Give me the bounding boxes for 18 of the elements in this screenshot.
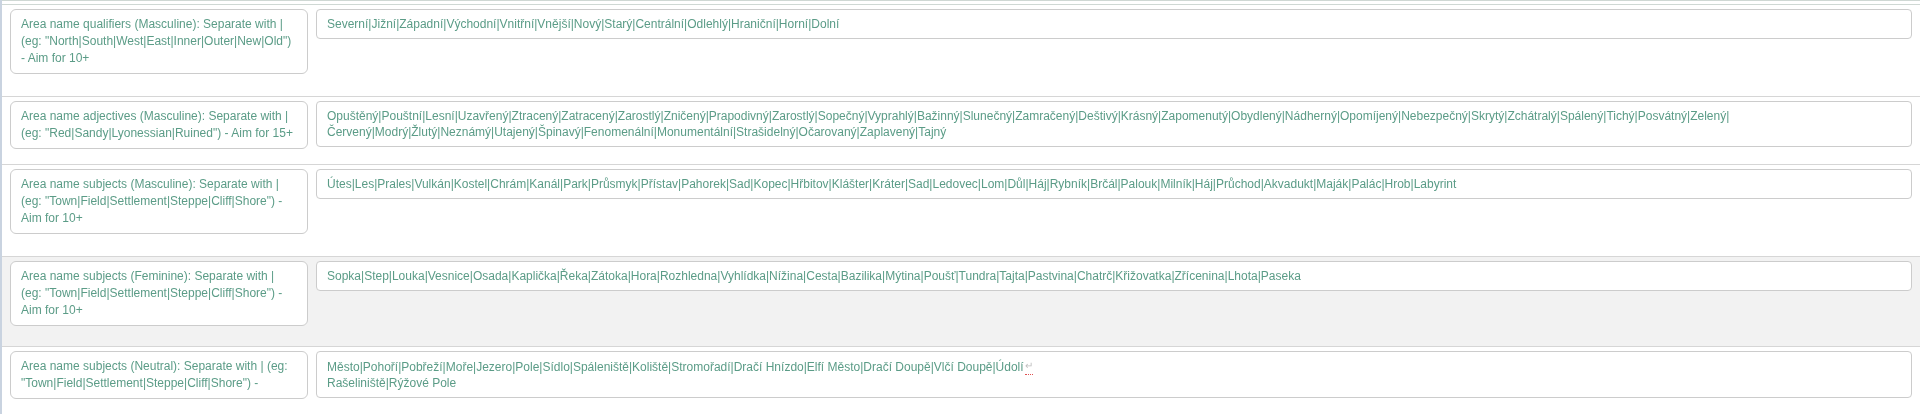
field-text: Severní|Jižní|Západní|Východní|Vnitřní|Vnější|Nový|Starý|Centrální|Odlehlý|Hraniční|Horní|Dolní bbox=[327, 16, 840, 32]
field-text: Opuštěný|Pouštní|Lesní|Uzavřený|Ztracený|Zatracený|Zarostlý|Zničený|Prapodivný|Zarostlý|Sopečný|Vyprahlý|Bažinný|Slunečný|Zamračený|Deštivý|Krásný|Zapomenutý|Obydlený|Nádherný|Opomíjený|Nebezpečný|Skrytý|Zchátralý|Spálený|Tichý|Posvátný|Zelený| bbox=[327, 108, 1730, 124]
field-label-card: Area name subjects (Masculine): Separate with | (eg: "Town|Field|Settlement|Steppe|Cliff|Shore") - Aim for 10+ bbox=[10, 169, 308, 234]
text-field[interactable] bbox=[316, 169, 1912, 199]
text-field[interactable]: Severní|Jižní|Západní|Východní|Vnitřní|Vnější|Nový|Starý|Centrální|Odlehlý|Hraniční|Horní|Dolní bbox=[316, 9, 1912, 39]
text-field[interactable] bbox=[316, 101, 1912, 147]
field-label-card: Area name subjects (Feminine): Separate with | (eg: "Town|Field|Settlement|Steppe|Cliff|Shore") - Aim for 10+ bbox=[10, 261, 308, 326]
field-text: Útes|Les|Prales|Vulkán|Kostel|Chrám|Kanál|Park|Průsmyk|Přístav|Pahorek|Sad|Kopec|Hřbitov|Klášter|Kráter|Sad|Ledovec|Lom|Důl|Háj|Rybník|Brčál|Palouk|Milník|Háj|Průchod|Akvadukt|Maják|Palác|Hrob|Labyrint bbox=[327, 176, 1457, 192]
line-break-mark: ↵ bbox=[1024, 358, 1033, 375]
field-label-card: Area name adjectives (Masculine): Separate with | (eg: "Red|Sandy|Lyonessian|Ruined") - Aim for 15+ bbox=[10, 101, 308, 149]
field-text: Město|Pohoří|Pobřeží|Moře|Jezero|Pole|Sídlo|Spáleniště|Koliště|Stromořadí|Dračí Hnízdo|Elfí Město|Dračí Doupě|Vlčí Doupě|Údolí bbox=[327, 359, 1024, 375]
field-label-card: Area name subjects (Neutral): Separate with | (eg: "Town|Field|Settlement|Steppe|Cliff|Shore") - bbox=[10, 351, 308, 399]
field-text: Červený|Modrý|Žlutý|Neznámý|Utajený|Špinavý|Fenomenální|Monumentální|Strašidelný|Očarovaný|Zaplavený|Tajný bbox=[327, 124, 947, 140]
text-field[interactable]: Město|Pohoří|Pobřeží|Moře|Jezero|Pole|Sídlo|Spáleniště|Koliště|Stromořadí|Dračí Hnízdo|Elfí Město|Dračí Doupě|Vlčí Doupě|Údolí↵ Rašeliniště|Rýžové Pole bbox=[316, 351, 1912, 398]
field-label-card: Area name qualifiers (Masculine): Separate with | (eg: "North|South|West|East|Inner|Outer|New|Old") - Aim for 10+ bbox=[10, 9, 308, 74]
field-text: Sopka|Step|Louka|Vesnice|Osada|Kaplička|Řeka|Zátoka|Hora|Rozhledna|Vyhlídka|Nížina|Cesta|Bazilika|Mýtina|Poušť|Tundra|Tajta|Pastvina|Chatrč|Křižovatka|Zřícenina|Lhota|Paseka bbox=[327, 268, 1301, 284]
text-field[interactable]: Sopka|Step|Louka|Vesnice|Osada|Kaplička|Řeka|Zátoka|Hora|Rozhledna|Vyhlídka|Nížina|Cesta|Bazilika|Mýtina|Poušť|Tundra|Tajta|Pastvina|Chatrč|Křižovatka|Zřícenina|Lhota|Paseka bbox=[316, 261, 1912, 291]
field-text: Rašeliniště|Rýžové Pole bbox=[327, 375, 457, 391]
